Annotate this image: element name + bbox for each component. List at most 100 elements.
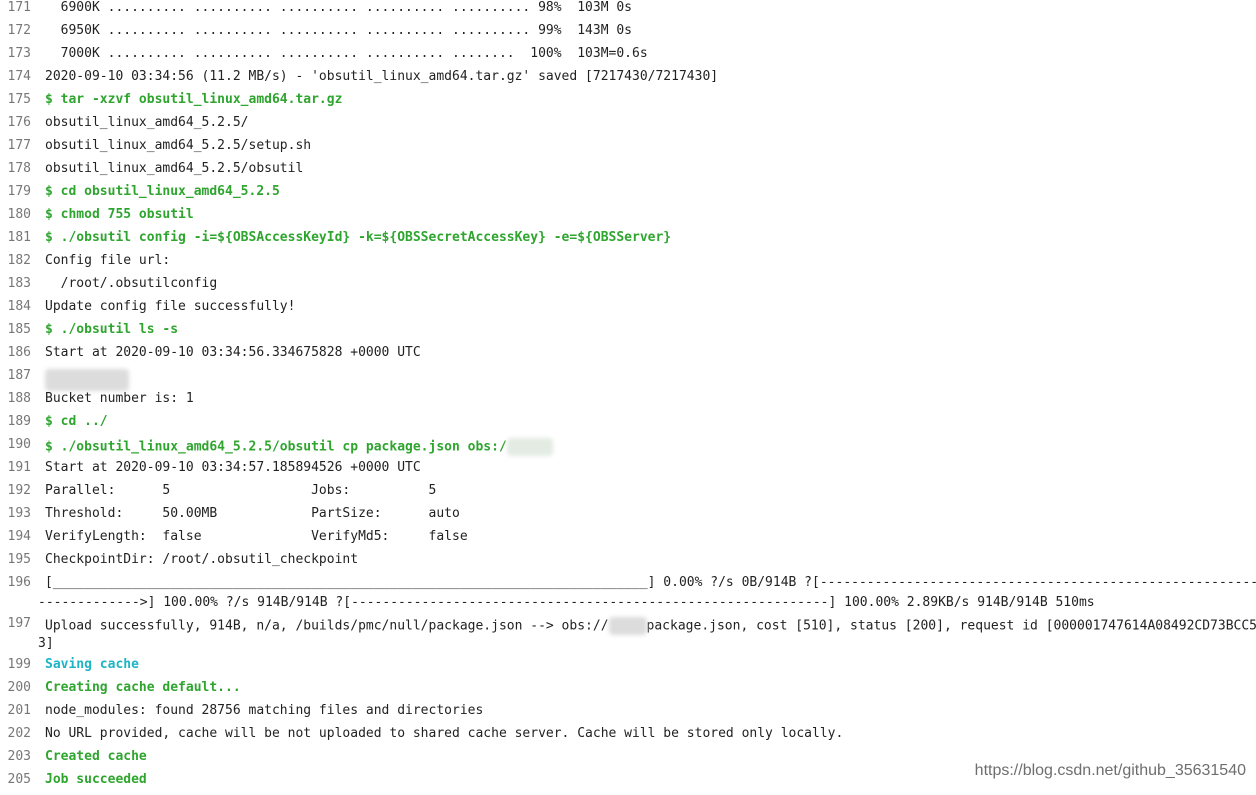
line-number: 189 [7, 414, 31, 429]
log-line: 173 7000K .......... .......... ........… [0, 46, 1256, 69]
line-number: 192 [7, 483, 31, 498]
line-text: $ chmod 755 obsutil [45, 207, 194, 222]
terminal-log: 171 6900K .......... .......... ........… [0, 0, 1256, 795]
log-line: 179 $ cd obsutil_linux_amd64_5.2.5 [0, 184, 1256, 207]
line-text: Start at 2020-09-10 03:34:57.185894526 +… [45, 460, 421, 475]
line-text: 7000K .......... .......... .......... .… [45, 46, 648, 61]
log-line: 175 $ tar -xzvf obsutil_linux_amd64.tar.g… [0, 92, 1256, 115]
line-number: 202 [7, 726, 31, 741]
line-text: obsutil_linux_amd64_5.2.5/setup.sh [45, 138, 312, 153]
log-line: 174 2020-09-10 03:34:56 (11.2 MB/s) - 'ob… [0, 69, 1256, 92]
log-line: 184 Update config file successfully! [0, 299, 1256, 322]
line-text: Saving cache [45, 657, 139, 672]
line-number: 178 [7, 161, 31, 176]
redacted-block [506, 438, 553, 456]
log-line: 190 $ ./obsutil_linux_amd64_5.2.5/obsutil… [0, 437, 1256, 460]
line-number: 191 [7, 460, 31, 475]
log-line: 200 Creating cache default... [0, 680, 1256, 703]
line-text: Creating cache default... [45, 680, 241, 695]
line-number: 179 [7, 184, 31, 199]
line-text: No URL provided, cache will be not uploa… [45, 726, 844, 741]
log-line: 182 Config file url: [0, 253, 1256, 276]
log-line: 195 CheckpointDir: /root/.obsutil_checkpo… [0, 552, 1256, 575]
log-line: 192 Parallel: 5 Jobs: 5 [0, 483, 1256, 506]
line-continuation: ------------->] 100.00% ?/s 914B/914B ?[… [38, 595, 1095, 610]
line-number: 181 [7, 230, 31, 245]
log-line: 181 $ ./obsutil config -i=${OBSAccessKeyI… [0, 230, 1256, 253]
line-text: 2020-09-10 03:34:56 (11.2 MB/s) - 'obsut… [45, 69, 719, 84]
line-number: 199 [7, 657, 31, 672]
line-number: 193 [7, 506, 31, 521]
line-number: 172 [7, 23, 31, 38]
log-line: 201 node_modules: found 28756 matching fi… [0, 703, 1256, 726]
log-line: 196 [____________________________________… [0, 575, 1256, 616]
line-text: obsutil_linux_amd64_5.2.5/obsutil [45, 161, 304, 176]
log-line: 189 $ cd ../ [0, 414, 1256, 437]
line-number: 173 [7, 46, 31, 61]
line-number: 186 [7, 345, 31, 360]
watermark: https://blog.csdn.net/github_35631540 [974, 762, 1246, 779]
log-line: 202 No URL provided, cache will be not up… [0, 726, 1256, 749]
redacted-block [608, 617, 647, 635]
line-number: 205 [7, 772, 31, 787]
line-text: 6900K .......... .......... .......... .… [45, 0, 632, 15]
line-number: 183 [7, 276, 31, 291]
line-text: Config file url: [45, 253, 171, 268]
line-text: /root/.obsutilconfig [45, 276, 218, 291]
line-number: 197 [7, 616, 31, 631]
line-text: Created cache [45, 749, 147, 764]
line-text: obsutil_linux_amd64_5.2.5/ [45, 115, 249, 130]
line-number: 182 [7, 253, 31, 268]
line-number: 195 [7, 552, 31, 567]
log-line: 172 6950K .......... .......... ........… [0, 23, 1256, 46]
log-line: 199 Saving cache [0, 657, 1256, 680]
line-number: 194 [7, 529, 31, 544]
line-number: 196 [7, 575, 31, 590]
line-number: 185 [7, 322, 31, 337]
line-text: Threshold: 50.00MB PartSize: auto [45, 506, 460, 521]
line-text: $ ./obsutil config -i=${OBSAccessKeyId} … [45, 230, 672, 245]
line-text [45, 369, 129, 391]
log-line: 194 VerifyLength: false VerifyMd5: false [0, 529, 1256, 552]
line-text: Bucket number is: 1 [45, 391, 194, 406]
line-number: 184 [7, 299, 31, 314]
log-line: 191 Start at 2020-09-10 03:34:57.18589452… [0, 460, 1256, 483]
redacted-block [45, 369, 129, 391]
line-text: CheckpointDir: /root/.obsutil_checkpoint [45, 552, 359, 567]
log-line: 185 $ ./obsutil ls -s [0, 322, 1256, 345]
line-text: VerifyLength: false VerifyMd5: false [45, 529, 468, 544]
log-line: 188 Bucket number is: 1 [0, 391, 1256, 414]
log-line: 171 6900K .......... .......... ........… [0, 0, 1256, 23]
line-text: $ ./obsutil_linux_amd64_5.2.5/obsutil cp… [45, 438, 553, 456]
line-number: 187 [7, 368, 31, 383]
line-text: $ ./obsutil ls -s [45, 322, 179, 337]
log-line: 197 Upload successfully, 914B, n/a, /buil… [0, 616, 1256, 657]
line-text: $ cd ../ [45, 414, 108, 429]
log-line: 176 obsutil_linux_amd64_5.2.5/ [0, 115, 1256, 138]
line-number: 190 [7, 437, 31, 452]
log-line: 177 obsutil_linux_amd64_5.2.5/setup.sh [0, 138, 1256, 161]
line-text: $ cd obsutil_linux_amd64_5.2.5 [45, 184, 280, 199]
line-continuation: 3] [38, 636, 54, 651]
line-number: 203 [7, 749, 31, 764]
line-number: 174 [7, 69, 31, 84]
line-text: $ tar -xzvf obsutil_linux_amd64.tar.gz [45, 92, 343, 107]
line-number: 200 [7, 680, 31, 695]
line-text: Start at 2020-09-10 03:34:56.334675828 +… [45, 345, 421, 360]
line-number: 175 [7, 92, 31, 107]
line-number: 176 [7, 115, 31, 130]
log-line: 180 $ chmod 755 obsutil [0, 207, 1256, 230]
log-line: 178 obsutil_linux_amd64_5.2.5/obsutil [0, 161, 1256, 184]
log-line: 183 /root/.obsutilconfig [0, 276, 1256, 299]
log-line: 193 Threshold: 50.00MB PartSize: auto [0, 506, 1256, 529]
line-text: 6950K .......... .......... .......... .… [45, 23, 632, 38]
line-text: Parallel: 5 Jobs: 5 [45, 483, 437, 498]
line-text: Job succeeded [45, 772, 147, 787]
line-number: 171 [7, 0, 31, 15]
line-text: node_modules: found 28756 matching files… [45, 703, 484, 718]
line-number: 201 [7, 703, 31, 718]
line-number: 180 [7, 207, 31, 222]
line-number: 177 [7, 138, 31, 153]
line-text: Update config file successfully! [45, 299, 296, 314]
log-line: 186 Start at 2020-09-10 03:34:56.33467582… [0, 345, 1256, 368]
